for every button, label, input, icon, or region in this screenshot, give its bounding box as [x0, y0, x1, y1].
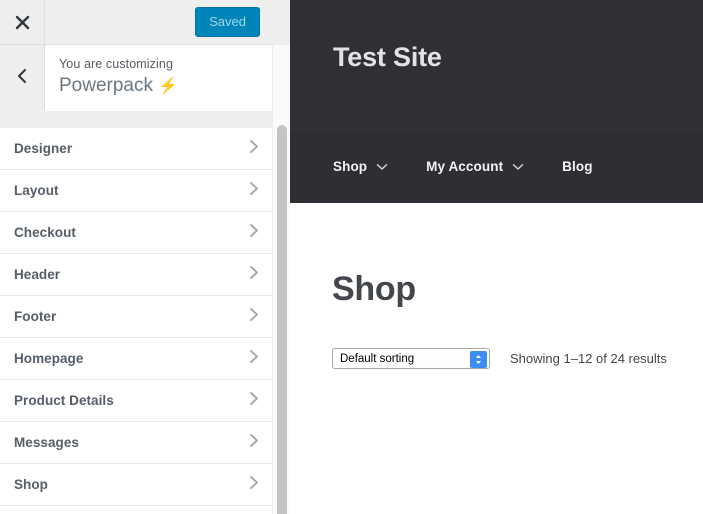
- close-customizer-button[interactable]: [0, 0, 45, 44]
- sidebar-scrollbar[interactable]: [272, 45, 290, 514]
- customizer-section-list: Designer Layout Checkout Header Footer H…: [0, 128, 272, 514]
- customizing-title: Powerpack ⚡: [59, 73, 258, 99]
- sidebar-item-label: Header: [14, 267, 61, 282]
- sidebar-item-label: Messages: [14, 435, 79, 450]
- chevron-right-icon: [249, 475, 260, 495]
- sidebar-item-shop[interactable]: Shop: [0, 464, 272, 506]
- nav-item-label: Shop: [333, 159, 368, 174]
- site-preview-pane: Test Site Shop My Account Blog Shop Defa…: [290, 0, 703, 514]
- sidebar-item-layout[interactable]: Layout: [0, 170, 272, 212]
- result-count: Showing 1–12 of 24 results: [510, 351, 667, 366]
- chevron-right-icon: [249, 265, 260, 285]
- chevron-left-icon: [16, 68, 28, 89]
- chevron-right-icon: [249, 307, 260, 327]
- sidebar-item-label: Product Details: [14, 393, 114, 408]
- preview-page-body: Shop Default sorting Showing 1–12 of 24 …: [290, 203, 703, 514]
- sidebar-scrollbar-thumb[interactable]: [277, 125, 287, 514]
- sidebar-item-homepage[interactable]: Homepage: [0, 338, 272, 380]
- preview-main-nav: Shop My Account Blog: [290, 129, 703, 203]
- chevron-down-icon: [376, 158, 388, 176]
- updown-stepper-icon[interactable]: [470, 351, 487, 368]
- chevron-right-icon: [249, 181, 260, 201]
- chevron-right-icon: [249, 349, 260, 369]
- nav-item-label: My Account: [426, 159, 504, 174]
- shop-toolbar: Default sorting Showing 1–12 of 24 resul…: [332, 348, 703, 369]
- sidebar-item-partial[interactable]: [0, 506, 272, 514]
- nav-item-shop[interactable]: Shop: [333, 158, 388, 176]
- sidebar-item-header[interactable]: Header: [0, 254, 272, 296]
- chevron-right-icon: [249, 433, 260, 453]
- sidebar-item-label: Layout: [14, 183, 59, 198]
- sidebar-item-label: Shop: [14, 477, 48, 492]
- customizing-info-panel: You are customizing Powerpack ⚡: [0, 45, 272, 111]
- theme-name: Powerpack: [59, 75, 153, 96]
- back-button[interactable]: [0, 45, 45, 111]
- sidebar-item-product-details[interactable]: Product Details: [0, 380, 272, 422]
- sidebar-item-checkout[interactable]: Checkout: [0, 212, 272, 254]
- customizer-topbar: Saved: [0, 0, 272, 45]
- page-title: Shop: [332, 270, 416, 308]
- preview-site-header: Test Site: [290, 0, 703, 129]
- close-icon: [15, 15, 30, 30]
- customizing-subtitle: You are customizing: [59, 57, 174, 71]
- sidebar-item-footer[interactable]: Footer: [0, 296, 272, 338]
- customizer-screen: Saved You are customizing Powerpack ⚡ De…: [0, 0, 703, 514]
- sorting-select-value: Default sorting: [340, 352, 415, 365]
- panel-spacer: [0, 111, 272, 128]
- sidebar-item-label: Footer: [14, 309, 57, 324]
- sorting-select[interactable]: Default sorting: [332, 348, 490, 369]
- sidebar-item-label: Checkout: [14, 225, 76, 240]
- save-button[interactable]: Saved: [195, 7, 260, 37]
- sidebar-item-designer[interactable]: Designer: [0, 128, 272, 170]
- chevron-right-icon: [249, 139, 260, 159]
- nav-item-my-account[interactable]: My Account: [426, 158, 524, 176]
- sidebar-item-label: Homepage: [14, 351, 84, 366]
- lightning-bolt-icon: ⚡: [158, 78, 179, 95]
- chevron-right-icon: [249, 223, 260, 243]
- nav-item-label: Blog: [562, 159, 593, 174]
- chevron-down-icon: [512, 158, 524, 176]
- site-title: Test Site: [333, 42, 442, 72]
- chevron-right-icon: [249, 391, 260, 411]
- nav-item-blog[interactable]: Blog: [562, 159, 592, 174]
- customizing-info-text: You are customizing Powerpack ⚡: [45, 45, 272, 111]
- sidebar-item-label: Designer: [14, 141, 73, 156]
- customizer-sidebar: Saved You are customizing Powerpack ⚡ De…: [0, 0, 290, 514]
- sidebar-item-messages[interactable]: Messages: [0, 422, 272, 464]
